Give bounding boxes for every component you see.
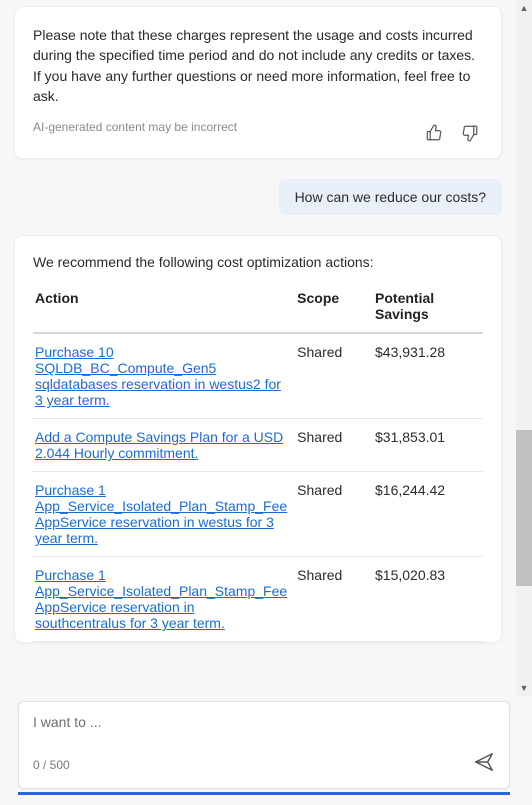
cell-savings: $16,244.42 [373,472,483,557]
assistant-message-card: Please note that these charges represent… [14,6,502,159]
vertical-scrollbar[interactable]: ▲ ▼ [516,0,532,696]
send-button[interactable] [473,751,495,778]
chat-input[interactable]: I want to ... [33,714,495,730]
table-row: Purchase 1 App_Service_Isolated_Plan_Sta… [33,557,483,642]
cell-savings: $31,853.01 [373,419,483,472]
cell-scope: Shared [295,419,373,472]
cell-savings: $15,020.83 [373,557,483,642]
input-focus-accent [18,792,510,795]
table-row: Purchase 10 SQLDB_BC_Compute_Gen5 sqldat… [33,333,483,419]
recommendation-link[interactable]: Purchase 1 App_Service_Isolated_Plan_Sta… [35,482,287,546]
scrollbar-thumb[interactable] [516,430,532,586]
recommendations-intro: We recommend the following cost optimiza… [33,254,483,270]
table-row: Purchase 1 App_Service_Isolated_Plan_Sta… [33,472,483,557]
recommendation-link[interactable]: Purchase 10 SQLDB_BC_Compute_Gen5 sqldat… [35,344,281,408]
col-header-action: Action [33,284,295,333]
chat-scroll-area[interactable]: Please note that these charges represent… [0,0,516,696]
cell-scope: Shared [295,557,373,642]
recommendations-card: We recommend the following cost optimiza… [14,235,502,643]
table-row: Add a Compute Savings Plan for a USD 2.0… [33,419,483,472]
user-message-row: How can we reduce our costs? [14,179,502,215]
recommendations-table: Action Scope Potential Savings Purchase … [33,284,483,642]
char-counter: 0 / 500 [33,758,70,772]
cell-scope: Shared [295,333,373,419]
cell-scope: Shared [295,472,373,557]
thumbs-down-icon[interactable] [457,120,483,146]
col-header-savings: Potential Savings [373,284,483,333]
scroll-down-arrow-icon[interactable]: ▼ [516,680,532,696]
send-icon [473,751,495,773]
scroll-up-arrow-icon[interactable]: ▲ [516,0,532,16]
recommendation-link[interactable]: Add a Compute Savings Plan for a USD 2.0… [35,429,283,461]
recommendation-link[interactable]: Purchase 1 App_Service_Isolated_Plan_Sta… [35,567,287,631]
chat-input-panel[interactable]: I want to ... 0 / 500 [18,701,510,789]
user-message-bubble: How can we reduce our costs? [279,179,502,215]
thumbs-up-icon[interactable] [421,120,447,146]
col-header-scope: Scope [295,284,373,333]
cell-savings: $43,931.28 [373,333,483,419]
assistant-note-text: Please note that these charges represent… [33,25,483,106]
